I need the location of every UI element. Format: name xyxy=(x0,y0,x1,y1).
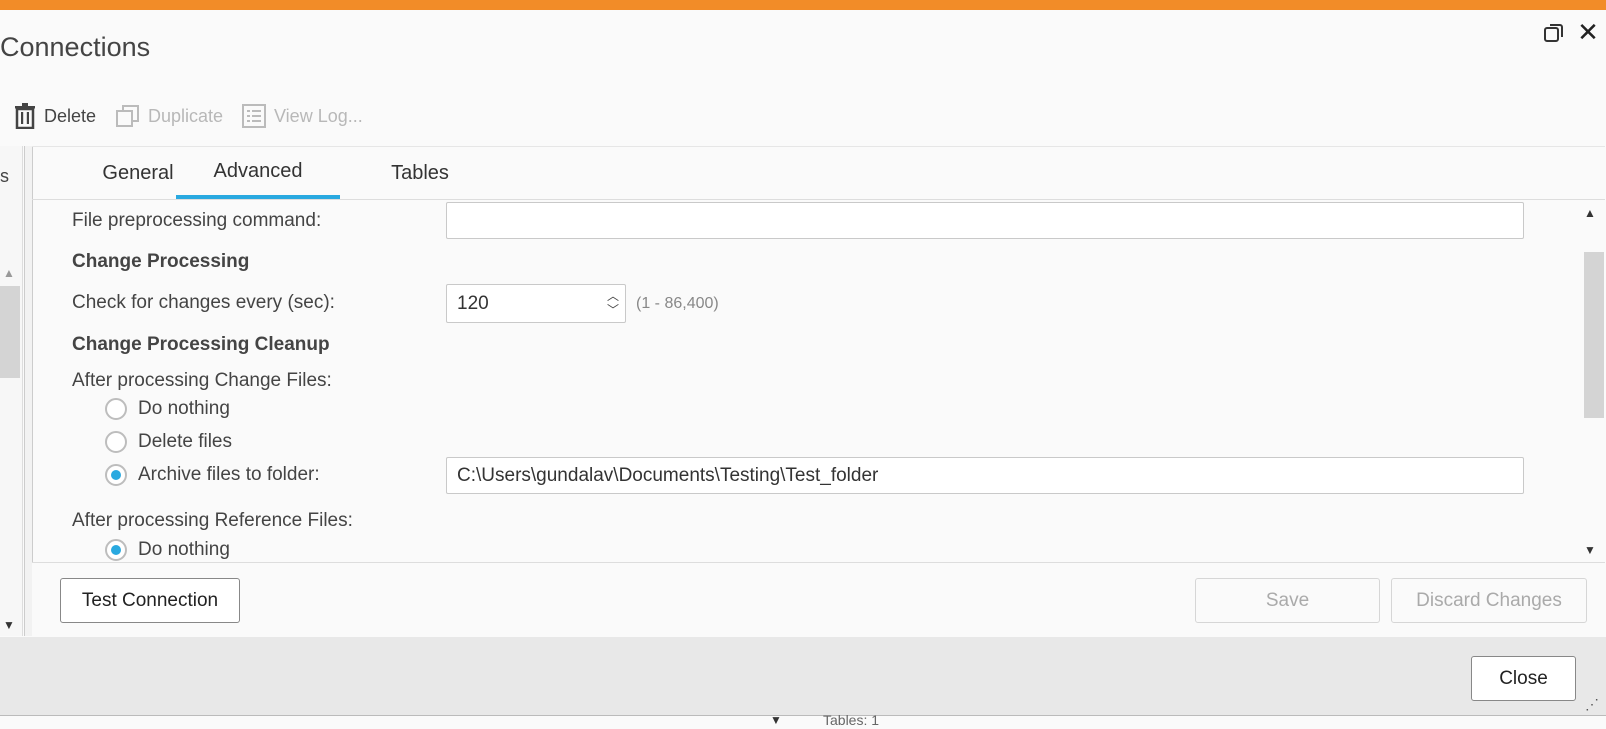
preprocess-label: File preprocessing command: xyxy=(72,210,322,231)
left-scrollbar-thumb[interactable] xyxy=(0,286,20,378)
cleanup-header: Change Processing Cleanup xyxy=(72,334,330,355)
radio-delete-files[interactable]: Delete files xyxy=(105,431,232,453)
after-reference-files-label: After processing Reference Files: xyxy=(72,510,353,531)
radio-reference-do-nothing[interactable]: Do nothing xyxy=(105,539,230,561)
resize-grip-icon[interactable]: ⋰ xyxy=(1585,696,1599,713)
check-changes-label: Check for changes every (sec): xyxy=(72,292,335,313)
log-list-icon xyxy=(242,104,266,128)
left-scroll-down-icon[interactable]: ▼ xyxy=(3,618,15,632)
background-window-strip xyxy=(0,715,1606,729)
radio-circle[interactable] xyxy=(105,398,127,420)
restore-window-icon[interactable] xyxy=(1543,22,1565,44)
dialog-footer xyxy=(0,637,1606,715)
background-dropdown-icon: ▼ xyxy=(770,713,782,727)
view-log-button[interactable]: View Log... xyxy=(242,100,363,132)
tab-bar: General Advanced Tables xyxy=(32,146,1605,200)
connections-list-panel xyxy=(0,146,23,636)
radio-archive-files-label: Archive files to folder: xyxy=(138,464,320,485)
radio-archive-files[interactable]: Archive files to folder: xyxy=(105,464,320,486)
close-button[interactable]: Close xyxy=(1471,656,1576,701)
right-scrollbar-thumb[interactable] xyxy=(1584,252,1604,418)
check-changes-range: (1 - 86,400) xyxy=(636,295,719,312)
tab-advanced[interactable]: Advanced xyxy=(176,147,340,199)
left-panel-partial-text: s xyxy=(0,166,9,186)
radio-do-nothing-label: Do nothing xyxy=(138,398,230,419)
delete-button[interactable]: Delete xyxy=(14,100,96,132)
discard-changes-button[interactable]: Discard Changes xyxy=(1391,578,1587,623)
tab-tables[interactable]: Tables xyxy=(370,147,470,199)
radio-circle-selected[interactable] xyxy=(105,464,127,486)
test-connection-button[interactable]: Test Connection xyxy=(60,578,240,623)
background-tables-count: Tables: 1 xyxy=(823,712,880,728)
right-scroll-down-icon[interactable]: ▼ xyxy=(1584,543,1596,557)
trash-icon xyxy=(15,103,35,129)
duplicate-button[interactable]: Duplicate xyxy=(116,100,223,132)
delete-label: Delete xyxy=(44,105,97,126)
preprocess-command-input[interactable] xyxy=(446,202,1524,239)
radio-delete-files-label: Delete files xyxy=(138,431,232,452)
radio-do-nothing[interactable]: Do nothing xyxy=(105,398,230,420)
stepper-arrows-icon[interactable]: ︿ ﹀ xyxy=(607,289,619,317)
left-scroll-up-icon[interactable]: ▲ xyxy=(3,266,15,280)
dialog-title: Connections xyxy=(0,32,151,62)
close-dialog-icon[interactable]: ✕ xyxy=(1576,19,1600,45)
radio-reference-do-nothing-label: Do nothing xyxy=(138,539,230,560)
duplicate-icon xyxy=(116,105,139,127)
accent-bar xyxy=(0,0,1606,10)
view-log-label: View Log... xyxy=(274,105,363,126)
change-processing-header: Change Processing xyxy=(72,251,250,272)
check-changes-value: 120 xyxy=(457,292,489,314)
after-change-files-label: After processing Change Files: xyxy=(72,370,332,391)
radio-circle[interactable] xyxy=(105,431,127,453)
archive-folder-input[interactable] xyxy=(446,457,1524,494)
check-changes-stepper[interactable]: 120 ︿ ﹀ xyxy=(446,284,626,323)
radio-circle-selected[interactable] xyxy=(105,539,127,561)
right-scroll-up-icon[interactable]: ▲ xyxy=(1584,206,1596,220)
duplicate-label: Duplicate xyxy=(148,105,224,126)
save-button[interactable]: Save xyxy=(1195,578,1380,623)
advanced-settings-form: File preprocessing command: Change Proce… xyxy=(32,199,1584,561)
